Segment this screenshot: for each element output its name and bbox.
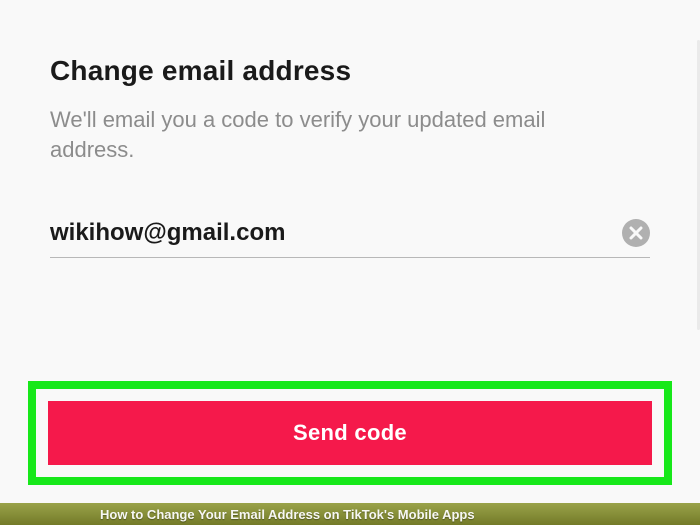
email-field-row: [50, 219, 650, 258]
clear-input-button[interactable]: [622, 219, 650, 247]
caption-bar: How to Change Your Email Address on TikT…: [0, 503, 700, 525]
email-input[interactable]: [50, 219, 622, 247]
close-icon: [629, 226, 643, 240]
caption-text: How to Change Your Email Address on TikT…: [100, 507, 475, 522]
instruction-highlight: Send code: [28, 381, 672, 485]
change-email-screen: Change email address We'll email you a c…: [0, 0, 700, 525]
send-code-button[interactable]: Send code: [48, 401, 652, 465]
page-subtitle: We'll email you a code to verify your up…: [50, 105, 610, 164]
page-title: Change email address: [50, 55, 650, 87]
